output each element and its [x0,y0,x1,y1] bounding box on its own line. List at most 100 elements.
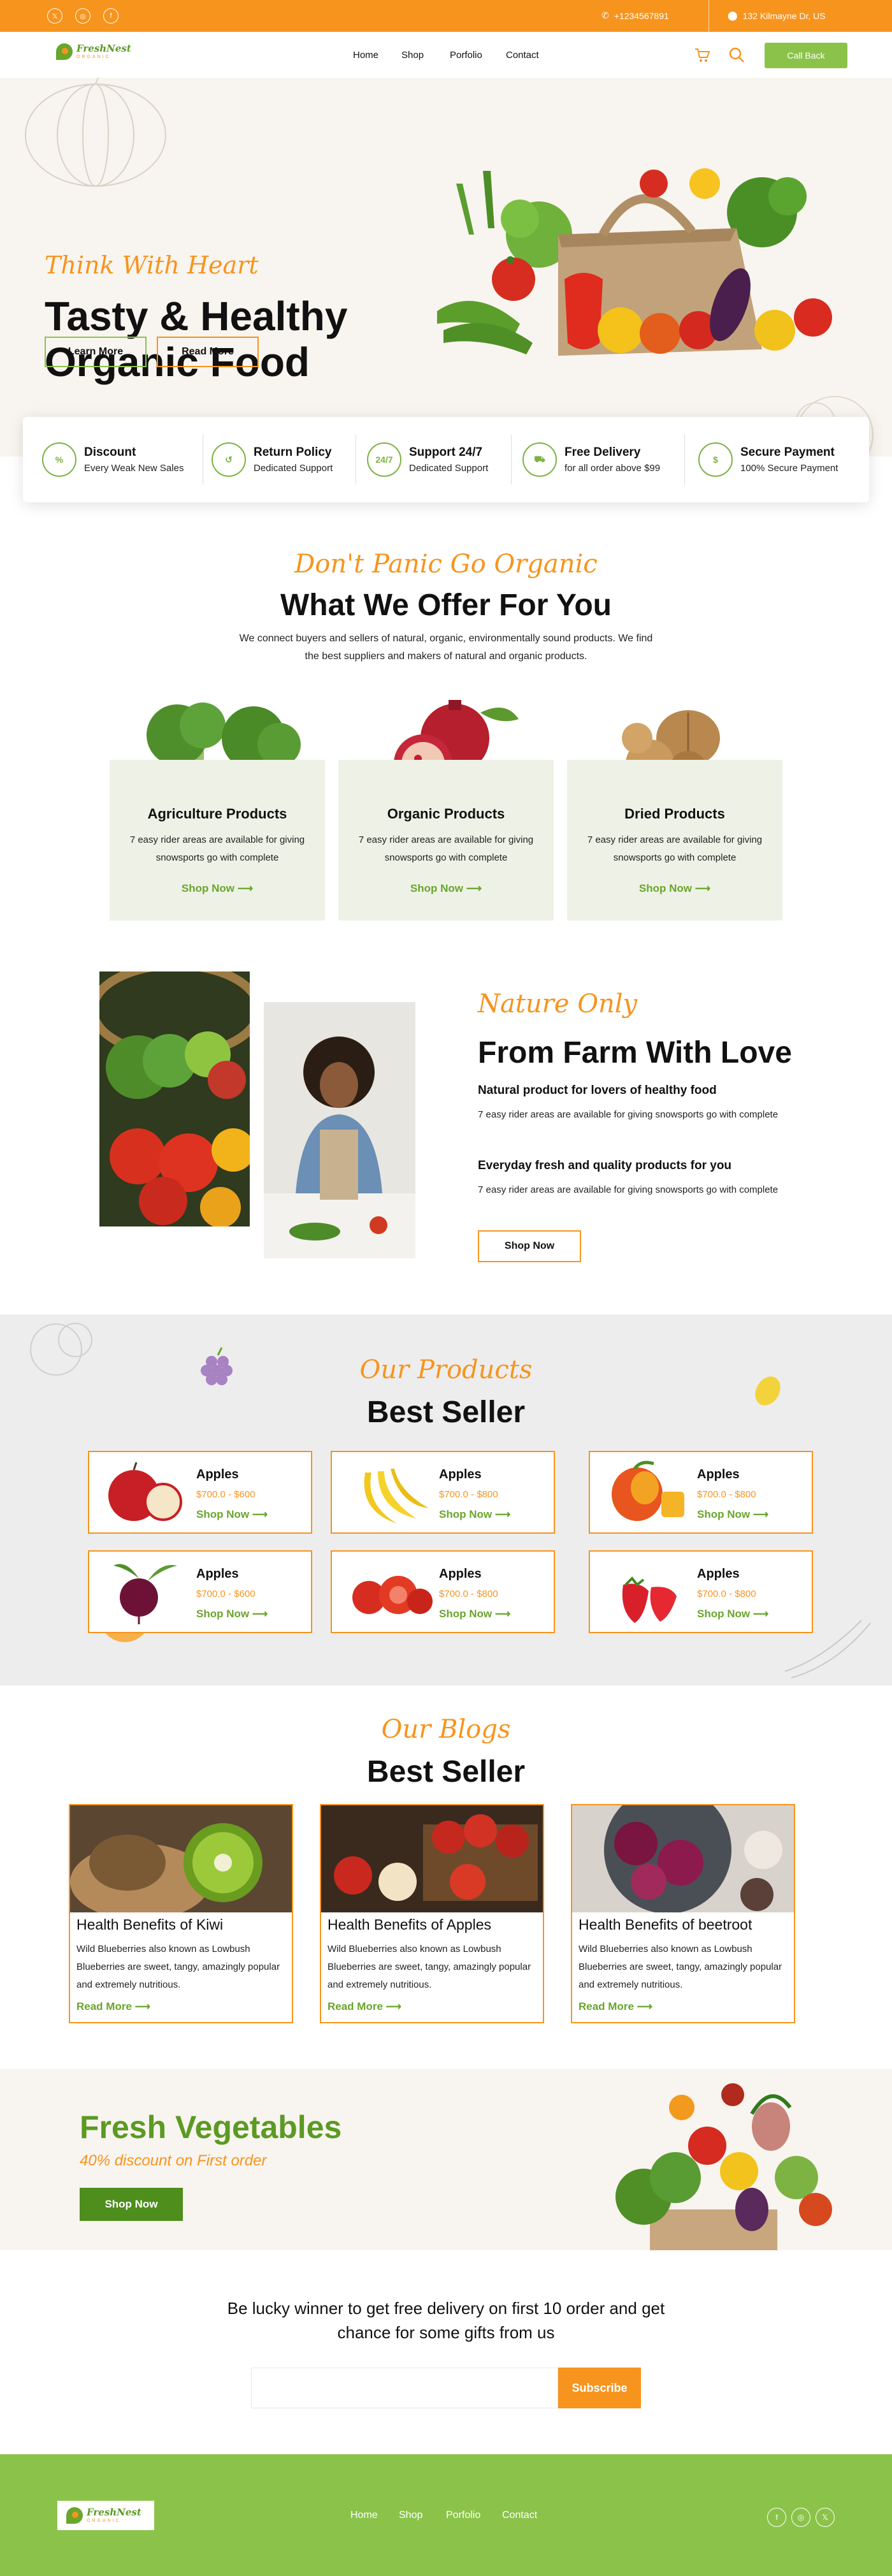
address-text: 132 Kilmayne Dr, US [742,10,826,21]
offer-card-agriculture[interactable]: Agriculture Products 7 easy rider areas … [110,760,325,921]
feature-delivery: ⛟ Free Delivery for all order above $99 [522,435,660,484]
sketch-pumpkin-decoration [25,78,166,187]
farm-shop-now-button[interactable]: Shop Now [478,1230,581,1262]
blogs-script-heading: Our Blogs [381,1715,511,1744]
subscribe-button[interactable]: Subscribe [558,2368,641,2408]
feature-title: Return Policy [254,446,332,459]
blog-description: Wild Blueberries also known as Lowbush B… [579,1944,782,1990]
location-pin-icon: ⬤ [728,10,738,20]
read-more-link[interactable]: Read More ⟶ [579,2000,652,2013]
phone-info[interactable]: ✆ +1234567891 [601,10,669,21]
shop-now-link[interactable]: Shop Now ⟶ [697,1508,768,1521]
cart-icon[interactable] [693,46,711,64]
facebook-icon[interactable]: f [767,2508,786,2527]
footer-item-contact[interactable]: Contact [502,2510,537,2521]
products-script-heading: Our Products [359,1355,533,1385]
logo-leaf-icon [66,2507,83,2524]
offer-description: We connect buyers and sellers of natural… [0,630,892,666]
promo-shop-now-button[interactable]: Shop Now [80,2188,183,2221]
email-input[interactable] [251,2368,558,2408]
instagram-icon[interactable]: ◎ [791,2508,810,2527]
feature-title: Support 24/7 [409,446,483,459]
search-icon[interactable] [728,46,745,64]
read-more-button[interactable]: Read More [157,337,259,367]
product-name: Apples [697,1567,740,1581]
nav-item-portfolio[interactable]: Porfolio [450,50,482,61]
arrow-right-icon: ⟶ [494,1508,511,1520]
offer-card-organic[interactable]: Organic Products 7 easy rider areas are … [338,760,554,921]
blog-card[interactable]: Health Benefits of Kiwi Wild Blueberries… [69,1804,293,2023]
arrow-right-icon: ⟶ [494,1608,511,1620]
shop-now-label: Shop Now [697,1608,751,1620]
woman-cooking-image [264,1002,415,1258]
read-more-label: Read More [327,2000,383,2012]
arrow-right-icon: ⟶ [752,1508,769,1520]
shop-now-link[interactable]: Shop Now ⟶ [196,1508,268,1521]
product-name: Apples [196,1567,239,1581]
discount-icon: % [42,442,76,477]
shop-now-label: Shop Now [410,882,463,894]
shop-now-label: Shop Now [439,1508,493,1520]
footer-item-shop[interactable]: Shop [399,2510,422,2521]
shop-now-label: Shop Now [439,1608,493,1620]
product-card[interactable]: Apples $700.0 - $800 Shop Now ⟶ [331,1451,555,1534]
product-name: Apples [439,1467,482,1481]
promo-title: Fresh Vegetables [80,2109,342,2145]
facebook-icon[interactable]: f [103,8,119,24]
shop-now-link[interactable]: Shop Now ⟶ [439,1608,510,1620]
logo[interactable]: FreshNest ORGANIC [56,43,131,60]
call-back-button[interactable]: Call Back [765,43,847,68]
divider [511,435,512,484]
nav-item-contact[interactable]: Contact [506,50,539,61]
main-nav: FreshNest ORGANIC Home Shop Porfolio Con… [0,32,892,78]
blog-card[interactable]: Health Benefits of beetroot Wild Blueber… [571,1804,795,2023]
blog-card[interactable]: Health Benefits of Apples Wild Blueberri… [320,1804,544,2023]
arrow-right-icon: ⟶ [134,2000,151,2012]
blogs-title: Best Seller [366,1755,526,1789]
product-name: Apples [439,1567,482,1581]
product-price: $700.0 - $800 [697,1489,756,1500]
product-image-apple [108,1462,182,1521]
feature-return-policy: ↺ Return Policy Dedicated Support [212,435,333,484]
learn-more-button[interactable]: Learn More [45,337,147,367]
product-card[interactable]: Apples $700.0 - $600 Shop Now ⟶ [88,1550,312,1633]
feature-title: Secure Payment [740,446,835,459]
footer-item-portfolio[interactable]: Porfolio [446,2510,480,2521]
hero-section: Think With Heart Tasty & Healthy Organic… [0,78,892,456]
shop-now-link[interactable]: Shop Now ⟶ [338,882,554,895]
x-icon[interactable]: 𝕏 [816,2508,835,2527]
product-price: $700.0 - $800 [697,1589,756,1599]
subscribe-text: Be lucky winner to get free delivery on … [227,2299,665,2342]
instagram-icon[interactable]: ◎ [75,8,90,24]
product-card[interactable]: Apples $700.0 - $800 Shop Now ⟶ [589,1550,813,1633]
offer-script-heading: Don't Panic Go Organic [294,549,598,579]
read-more-link[interactable]: Read More ⟶ [327,2000,401,2013]
vegetable-basket-image [99,971,250,1226]
logo: FreshNest ORGANIC [66,2507,141,2524]
arrow-right-icon: ⟶ [237,882,254,894]
read-more-label: Read More [579,2000,634,2012]
nav-item-shop[interactable]: Shop [401,50,424,61]
arrow-right-icon: ⟶ [385,2000,402,2012]
product-price: $700.0 - $800 [439,1489,498,1500]
shop-now-label: Shop Now [181,882,234,894]
feature-sub: 100% Secure Payment [740,463,838,474]
product-card[interactable]: Apples $700.0 - $800 Shop Now ⟶ [589,1451,813,1534]
footer-logo[interactable]: FreshNest ORGANIC [57,2501,154,2530]
product-card[interactable]: Apples $700.0 - $800 Shop Now ⟶ [331,1550,555,1633]
shop-now-link[interactable]: Shop Now ⟶ [697,1608,768,1620]
footer-item-home[interactable]: Home [350,2510,378,2521]
farm-script-heading: Nature Only [478,989,638,1019]
shop-now-link[interactable]: Shop Now ⟶ [110,882,325,895]
offer-card-dried[interactable]: Dried Products 7 easy rider areas are av… [567,760,782,921]
read-more-link[interactable]: Read More ⟶ [76,2000,150,2013]
product-image-tomato [352,1576,433,1614]
x-icon[interactable]: 𝕏 [47,8,62,24]
shop-now-link[interactable]: Shop Now ⟶ [567,882,782,895]
logo-tagline: ORGANIC [87,2519,121,2523]
nav-item-home[interactable]: Home [353,50,378,61]
product-card[interactable]: Apples $700.0 - $600 Shop Now ⟶ [88,1451,312,1534]
feature-sub: for all order above $99 [565,463,661,474]
shop-now-link[interactable]: Shop Now ⟶ [196,1608,268,1620]
shop-now-link[interactable]: Shop Now ⟶ [439,1508,510,1521]
